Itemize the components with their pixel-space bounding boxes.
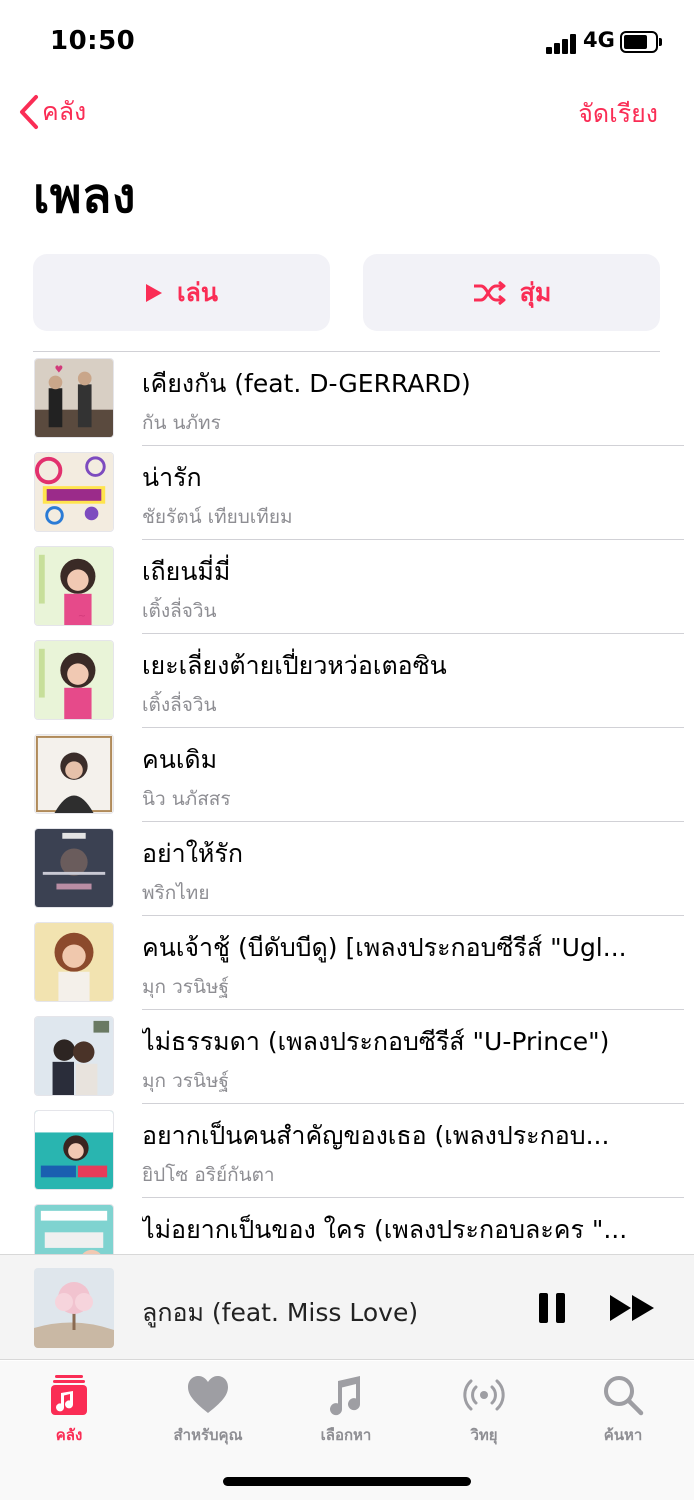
song-artist: ยิปโซ อริย์กันตา <box>142 1164 275 1186</box>
tab-browse[interactable]: เลือกหา <box>286 1373 406 1447</box>
song-artist: มุก วรนิษฐ์ <box>142 1070 229 1092</box>
music-note-icon <box>330 1376 361 1416</box>
tab-label: คลัง <box>55 1426 83 1444</box>
search-icon <box>604 1376 644 1416</box>
album-art: ~ <box>34 546 114 626</box>
song-title: เยะเลี่ยงต้ายเปี่ยวหว่อเตอซิน <box>142 651 447 680</box>
tab-for-you[interactable]: สำหรับคุณ <box>148 1373 268 1447</box>
tab-label: วิทยุ <box>470 1426 498 1444</box>
song-artist: นิว นภัสสร <box>142 788 231 810</box>
now-playing-title: ลูกอม (feat. Miss Love) <box>142 1298 419 1327</box>
now-playing-art <box>34 1268 114 1348</box>
song-title: ไม่อยากเป็นของ ใคร (เพลงประกอบละคร "... <box>142 1215 628 1244</box>
album-art <box>34 828 114 908</box>
navigation-bar: คลัง จัดเรียง <box>0 84 694 140</box>
tab-search[interactable]: ค้นหา <box>563 1373 683 1447</box>
song-title: เถียนมี่มี่ <box>142 557 231 586</box>
album-art <box>34 452 114 532</box>
shuffle-button-label: สุ่ม <box>519 277 552 307</box>
status-bar: 10:50 4G <box>0 0 694 84</box>
network-type: 4G <box>583 28 615 52</box>
song-row[interactable]: ~ เถียนมี่มี่ เติ้งลี่จวิน <box>0 540 694 634</box>
song-artist: ชัยรัตน์ เทียบเทียม <box>142 506 293 528</box>
back-button[interactable]: คลัง <box>18 92 86 132</box>
tab-label: ค้นหา <box>603 1426 643 1444</box>
home-indicator[interactable] <box>223 1477 471 1486</box>
song-row[interactable]: อย่าให้รัก พริกไทย <box>0 822 694 916</box>
song-artist: กัน นภัทร <box>142 412 221 434</box>
song-row[interactable]: ไม่อยากเป็นของ ใคร (เพลงประกอบละคร "... <box>0 1198 694 1254</box>
album-art <box>34 734 114 814</box>
tab-radio[interactable]: วิทยุ <box>424 1373 544 1447</box>
song-row[interactable]: น่ารัก ชัยรัตน์ เทียบเทียม <box>0 446 694 540</box>
sort-button[interactable]: จัดเรียง <box>578 94 658 134</box>
tab-label: เลือกหา <box>320 1426 372 1444</box>
song-list: ♥ เคียงกัน (feat. D-GERRARD) กัน นภัทร น… <box>0 352 694 1254</box>
album-art <box>34 1016 114 1096</box>
album-art <box>34 1110 114 1190</box>
song-title: คนเจ้าชู้ (บีดับบีดู) [เพลงประกอบซีรีส์ … <box>142 933 627 962</box>
song-artist: เติ้งลี่จวิน <box>142 694 217 716</box>
album-art <box>34 922 114 1002</box>
song-row[interactable]: คนเดิม นิว นภัสสร <box>0 728 694 822</box>
song-title: ไม่ธรรมดา (เพลงประกอบซีรีส์ "U-Prince") <box>142 1027 610 1056</box>
status-time: 10:50 <box>50 26 136 56</box>
mini-player[interactable]: ลูกอม (feat. Miss Love) <box>0 1254 694 1360</box>
album-art <box>34 640 114 720</box>
shuffle-icon <box>473 280 506 305</box>
tab-label: สำหรับคุณ <box>173 1426 243 1444</box>
song-title: คนเดิม <box>142 745 218 774</box>
chevron-left-icon <box>20 95 38 129</box>
song-title: อยากเป็นคนสำคัญของเธอ (เพลงประกอบ... <box>142 1121 610 1150</box>
song-row[interactable]: ไม่ธรรมดา (เพลงประกอบซีรีส์ "U-Prince") … <box>0 1010 694 1104</box>
song-artist: มุก วรนิษฐ์ <box>142 976 229 998</box>
tab-library[interactable]: คลัง <box>9 1373 129 1447</box>
song-row[interactable]: ♥ เคียงกัน (feat. D-GERRARD) กัน นภัทร <box>0 352 694 446</box>
radio-icon <box>463 1379 505 1411</box>
shuffle-button[interactable]: สุ่ม <box>363 254 660 331</box>
song-row[interactable]: เยะเลี่ยงต้ายเปี่ยวหว่อเตอซิน เติ้งลี่จว… <box>0 634 694 728</box>
song-row[interactable]: คนเจ้าชู้ (บีดับบีดู) [เพลงประกอบซีรีส์ … <box>0 916 694 1010</box>
back-button-label: คลัง <box>42 97 87 126</box>
album-art: ♥ <box>34 358 114 438</box>
play-button-label: เล่น <box>177 277 218 307</box>
song-title: อย่าให้รัก <box>142 839 243 868</box>
play-icon <box>146 283 163 302</box>
song-title: เคียงกัน (feat. D-GERRARD) <box>142 369 471 398</box>
library-icon <box>51 1375 87 1415</box>
song-title: น่ารัก <box>142 463 202 492</box>
svg-text:~: ~ <box>78 611 86 622</box>
battery-tip <box>659 38 662 46</box>
battery-icon <box>620 31 658 53</box>
skip-forward-button[interactable] <box>608 1293 656 1323</box>
pause-button[interactable] <box>537 1291 567 1325</box>
svg-text:♥: ♥ <box>55 365 64 376</box>
signal-strength-icon <box>546 32 578 54</box>
album-art <box>34 1204 114 1254</box>
play-button[interactable]: เล่น <box>33 254 330 331</box>
heart-icon <box>188 1376 228 1413</box>
song-artist: เติ้งลี่จวิน <box>142 600 217 622</box>
song-artist: พริกไทย <box>142 882 210 904</box>
song-row[interactable]: อยากเป็นคนสำคัญของเธอ (เพลงประกอบ... ยิป… <box>0 1104 694 1198</box>
page-title: เพลง <box>33 168 136 224</box>
